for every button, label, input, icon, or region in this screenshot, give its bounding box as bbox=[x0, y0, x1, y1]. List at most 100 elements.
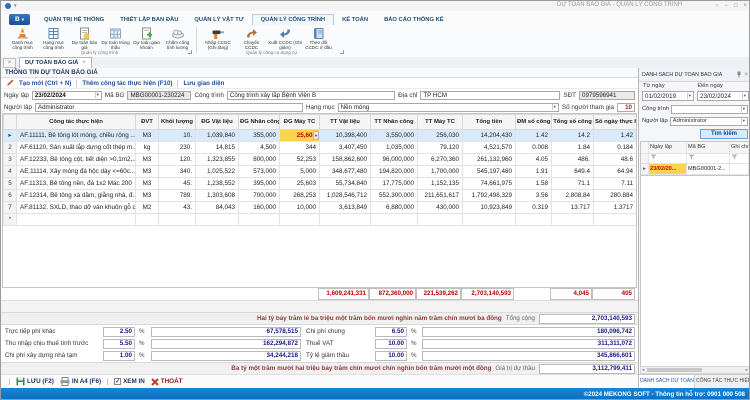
bid-discount-pct-input[interactable]: 10.00 bbox=[375, 351, 407, 361]
pre-tax-income-pct-input[interactable]: 5.50 bbox=[103, 339, 135, 349]
ribbon-button-du-toan-giao-khoan[interactable]: Dự toán giao khoán bbox=[131, 26, 162, 51]
print-button[interactable]: IN A4 (F6) bbox=[60, 377, 101, 386]
ribbon-button-hang-muc-cong-trinh[interactable]: Hạng mục công trình bbox=[38, 26, 69, 51]
grid-cell[interactable]: 700,000 bbox=[239, 190, 280, 202]
work-item-field[interactable]: Nền móng▾ bbox=[338, 103, 559, 112]
general-cost-pct-input[interactable]: 6.50 bbox=[375, 327, 407, 337]
tab-cong-tac-thuc-hien[interactable]: CÔNG TÁC THỰC HIỆN bbox=[695, 375, 750, 388]
ribbon-tab-ke-toan[interactable]: KẾ TOÁN bbox=[334, 15, 376, 25]
grid-cell[interactable]: 5,000 bbox=[280, 166, 320, 178]
grid-cell[interactable]: 160,000 bbox=[239, 202, 280, 214]
grid-cell[interactable]: 71.1 bbox=[552, 178, 594, 190]
column-header[interactable]: ĐG Máy TC bbox=[280, 115, 320, 130]
column-header[interactable]: TT Nhân công bbox=[371, 115, 418, 130]
project-field[interactable]: Công trình xây lắp Bệnh Viện B bbox=[227, 91, 395, 100]
column-header[interactable]: ĐG Nhân công bbox=[239, 115, 280, 130]
grid-cell[interactable]: 13.717 bbox=[552, 202, 594, 214]
grid-cell[interactable] bbox=[280, 214, 320, 226]
grid-cell[interactable] bbox=[239, 214, 280, 226]
ribbon-button-du-toan-trung-thau[interactable]: Dự toán trúng thầu bbox=[100, 26, 131, 51]
dialog-launcher-icon[interactable] bbox=[188, 50, 192, 54]
column-header[interactable]: ĐG Vật liệu bbox=[196, 115, 239, 130]
scroll-right-icon[interactable]: ▸ bbox=[745, 367, 749, 373]
new-estimate-button[interactable]: Tạo mới (Ctrl + N) bbox=[19, 80, 71, 87]
grid-cell[interactable]: 789. bbox=[159, 190, 196, 202]
scrollbar-thumb[interactable] bbox=[647, 368, 702, 372]
tab-du-toan-bao-gia[interactable]: DỰ TOÁN BÁO GIÁ × bbox=[19, 57, 92, 68]
column-header[interactable]: Công tác thực hiện bbox=[17, 115, 136, 130]
row-indicator[interactable]: * bbox=[4, 214, 17, 226]
grid-cell[interactable] bbox=[463, 214, 516, 226]
grid-cell[interactable]: 84,043 bbox=[196, 202, 239, 214]
column-header[interactable]: Tổng tiền bbox=[463, 115, 516, 130]
grid-cell[interactable]: 3,407,450 bbox=[320, 142, 371, 154]
grid-cell[interactable]: 7.11 bbox=[594, 178, 637, 190]
column-header[interactable]: TT Máy TC bbox=[418, 115, 463, 130]
grid-cell[interactable]: M3 bbox=[136, 154, 159, 166]
row-indicator[interactable]: 3 bbox=[4, 154, 17, 166]
grid-cell[interactable]: 1,035,000 bbox=[371, 142, 418, 154]
ribbon-button-danh-muc-cong-trinh[interactable]: Danh mục công trình bbox=[7, 26, 38, 51]
grid-cell[interactable]: 43. bbox=[159, 202, 196, 214]
grid-cell[interactable]: 545,197,480 bbox=[463, 166, 516, 178]
table-row[interactable]: 6AF.12314, Bê tông xà dầm, giằng nhà, đ.… bbox=[4, 190, 637, 202]
grid-cell[interactable]: 14,815 bbox=[196, 142, 239, 154]
grid-cell[interactable]: 74,661,975 bbox=[463, 178, 516, 190]
grid-cell[interactable]: 3,550,000 bbox=[371, 130, 418, 142]
grid-cell[interactable]: 120. bbox=[159, 154, 196, 166]
table-row[interactable]: 4AE.11114, Xây móng đá hộc dày <=60c...M… bbox=[4, 166, 637, 178]
grid-cell[interactable]: 96,000,000 bbox=[371, 154, 418, 166]
grid-cell[interactable]: 3.56 bbox=[516, 190, 552, 202]
grid-cell[interactable]: 348,677,480 bbox=[320, 166, 371, 178]
grid-cell[interactable]: 261,132,960 bbox=[463, 154, 516, 166]
estimate-grid[interactable]: Công tác thực hiệnĐVTKhối lượngĐG Vật li… bbox=[2, 113, 637, 288]
quote-list-grid[interactable]: Ngày lập Mã BG Ghi chú ▸ 23/02/20... MBG… bbox=[640, 141, 750, 176]
grid-cell[interactable]: 4,500 bbox=[239, 142, 280, 154]
grid-cell[interactable]: 1,700,000 bbox=[418, 166, 463, 178]
grid-cell[interactable]: 10,000 bbox=[280, 202, 320, 214]
grid-cell[interactable]: 800,000 bbox=[239, 154, 280, 166]
grid-cell[interactable]: 52,253 bbox=[280, 154, 320, 166]
grid-cell[interactable] bbox=[136, 214, 159, 226]
grid-cell[interactable]: 1,039,840 bbox=[196, 130, 239, 142]
quote-list-filter-row[interactable] bbox=[641, 154, 749, 164]
maximize-button[interactable]: □ bbox=[734, 1, 738, 11]
grid-cell[interactable]: 1,238,552 bbox=[196, 178, 239, 190]
grid-cell[interactable] bbox=[516, 214, 552, 226]
grid-cell[interactable]: M3 bbox=[136, 130, 159, 142]
to-date-field[interactable]: 23/02/2024▾ bbox=[697, 91, 749, 101]
grid-cell[interactable]: 211,651,617 bbox=[418, 190, 463, 202]
ribbon-tab-quan-ly-vat-tu[interactable]: QUẢN LÝ VẬT TƯ bbox=[186, 15, 251, 25]
grid-cell[interactable]: AF.81132, SXLD, tháo dỡ ván khuôn gỗ c..… bbox=[17, 202, 136, 214]
ribbon-button-nhap-ccdc[interactable]: Nhập CCDC (Ghi tăng) bbox=[200, 26, 236, 51]
grid-cell[interactable]: 1.42 bbox=[516, 130, 552, 142]
date-field[interactable]: 23/02/2024▾ bbox=[32, 91, 102, 100]
ribbon-button-du-toan-bao-gia[interactable]: Dự toán báo giá bbox=[69, 26, 100, 51]
grid-cell[interactable]: 1,792,498,329 bbox=[463, 190, 516, 202]
grid-cell[interactable]: 0.319 bbox=[516, 202, 552, 214]
ribbon-button-theo-doi-ccdc[interactable]: Theo dõi CCDC ở đầu bbox=[303, 26, 334, 51]
row-indicator[interactable]: 5 bbox=[4, 178, 17, 190]
search-button[interactable]: Tìm kiếm bbox=[700, 129, 748, 139]
grid-cell[interactable]: 268,253 bbox=[280, 190, 320, 202]
grid-cell[interactable]: kg bbox=[136, 142, 159, 154]
grid-cell[interactable]: 45. bbox=[159, 178, 196, 190]
column-header[interactable]: TT Vật liệu bbox=[320, 115, 371, 130]
grid-cell[interactable]: 340. bbox=[159, 166, 196, 178]
creator-field[interactable]: Administrator bbox=[35, 103, 303, 112]
grid-cell[interactable] bbox=[418, 214, 463, 226]
grid-cell[interactable]: 230. bbox=[159, 142, 196, 154]
grid-cell[interactable]: 573,000 bbox=[239, 166, 280, 178]
grid-cell[interactable]: M3 bbox=[136, 166, 159, 178]
grid-cell[interactable] bbox=[320, 214, 371, 226]
grid-cell[interactable]: M3 bbox=[136, 178, 159, 190]
grid-cell[interactable]: 25,603 bbox=[280, 178, 320, 190]
grid-cell[interactable]: 1.84 bbox=[552, 142, 594, 154]
grid-cell[interactable]: 48.6 bbox=[594, 154, 637, 166]
grid-cell[interactable]: 256,030 bbox=[418, 130, 463, 142]
application-menu-button[interactable]: B▾ bbox=[9, 14, 30, 25]
grid-cell[interactable] bbox=[594, 214, 637, 226]
grid-cell[interactable]: 395,000 bbox=[239, 178, 280, 190]
ribbon-tab-quan-tri-he-thong[interactable]: QUẢN TRỊ HỆ THỐNG bbox=[36, 15, 112, 25]
row-indicator[interactable]: 6 bbox=[4, 190, 17, 202]
